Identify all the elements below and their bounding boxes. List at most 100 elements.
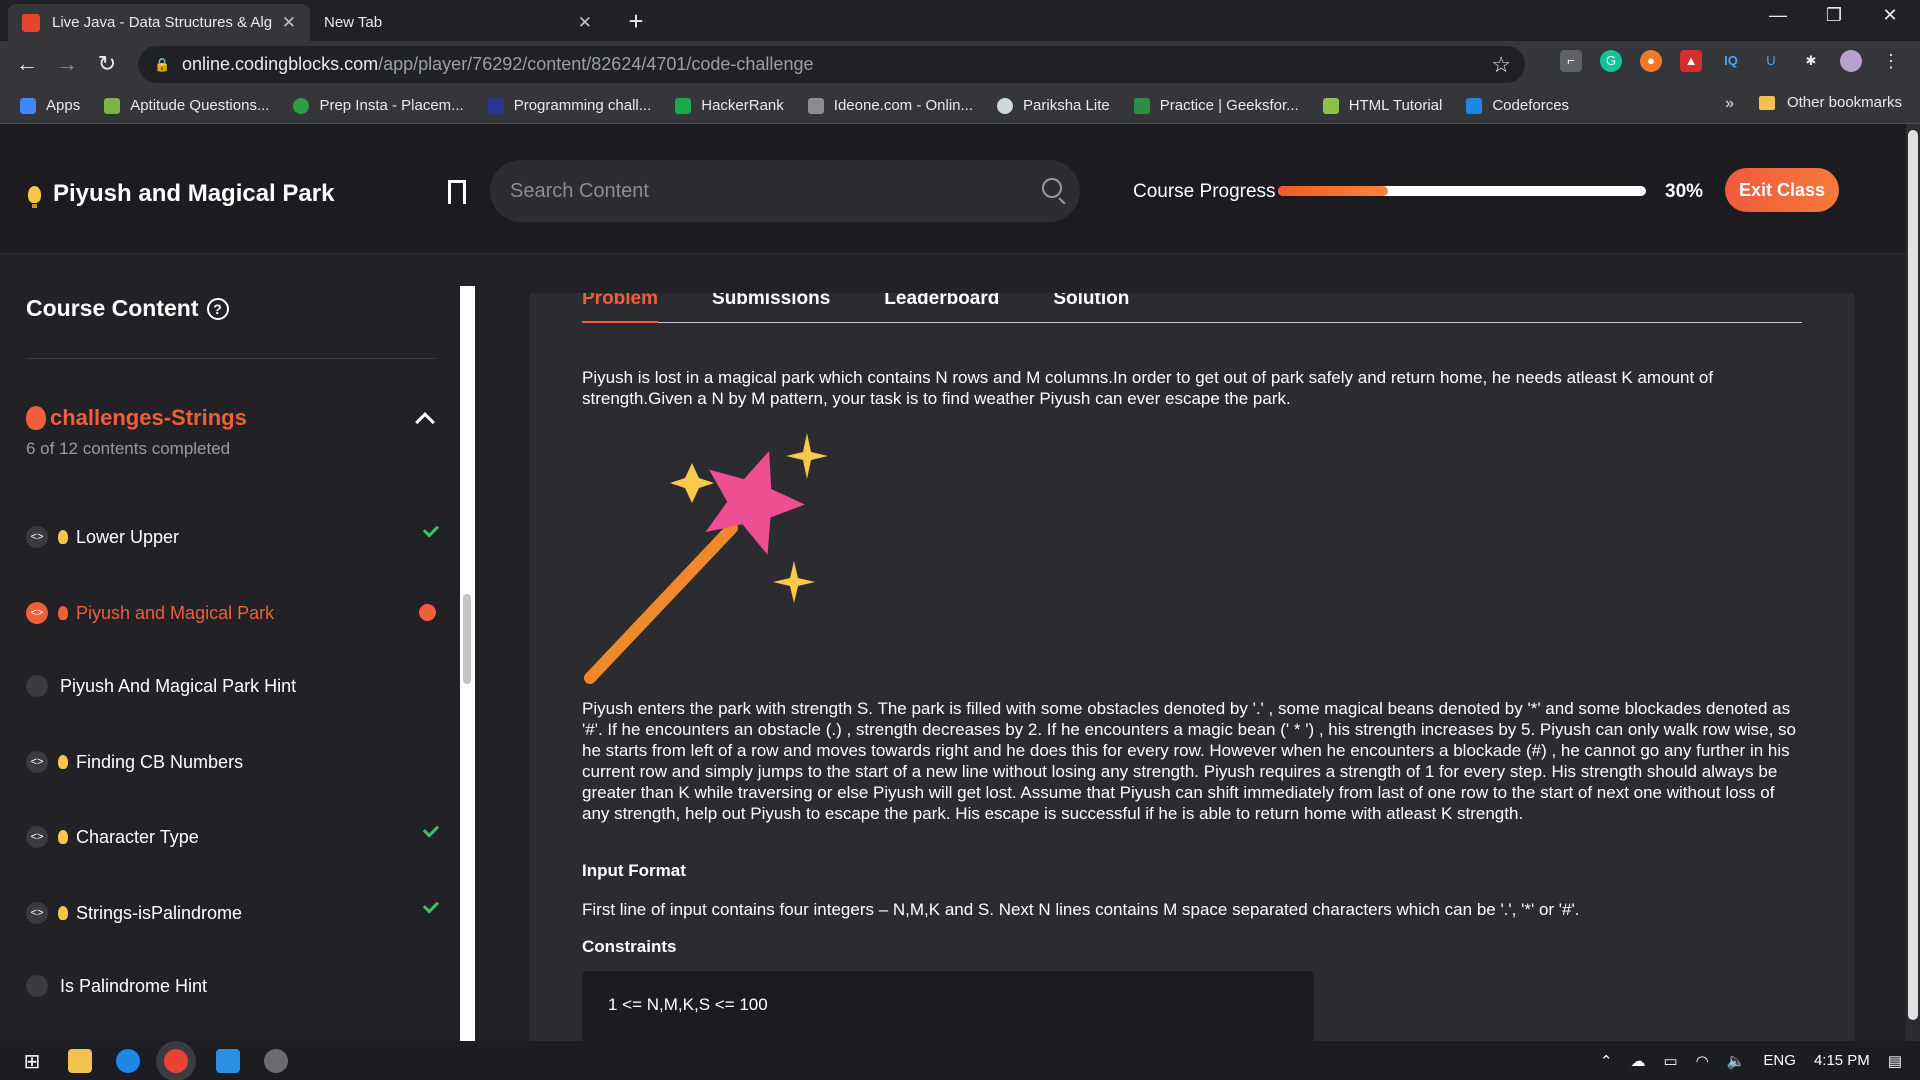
code-icon: <> <box>26 751 48 773</box>
chrome-menu-icon[interactable]: ⋮ <box>1880 50 1902 72</box>
restore-icon[interactable]: ❐ <box>1814 5 1854 26</box>
search-input[interactable] <box>510 179 1010 203</box>
codeforces-icon <box>1466 97 1483 114</box>
page-title: Piyush and Magical Park <box>28 180 334 208</box>
sidebar-item-strings-ispalindrome[interactable]: <> Strings-isPalindrome <box>26 893 440 933</box>
code-icon: <> <box>26 902 48 924</box>
sidebar-item-character-type[interactable]: <> Character Type <box>26 817 440 857</box>
browser-toolbar: ← → ↻ 🔒 online.codingblocks.com/app/play… <box>0 41 1920 88</box>
progress-fill <box>1278 186 1389 196</box>
tab-solution[interactable]: Solution <box>1053 293 1129 323</box>
folder-icon <box>1758 95 1775 110</box>
problem-intro: Piyush is lost in a magical park which c… <box>582 368 1714 408</box>
bookmarks-overflow[interactable]: » <box>1725 95 1734 113</box>
search-bar <box>490 160 1080 222</box>
volume-icon[interactable]: 🔈 <box>1727 1052 1746 1070</box>
ideone-icon <box>807 97 824 114</box>
progress-percent: 30% <box>1665 181 1704 202</box>
lightbulb-icon <box>28 185 41 208</box>
address-bar[interactable]: 🔒 online.codingblocks.com/app/player/762… <box>138 46 1525 83</box>
reload-icon[interactable]: ↻ <box>93 50 121 78</box>
bookmark-pariksha[interactable]: Pariksha Lite <box>997 97 1110 114</box>
progress-label: Course Progress <box>1133 181 1276 202</box>
close-window-icon[interactable]: ✕ <box>1870 5 1910 26</box>
check-icon <box>422 897 440 914</box>
app-icon[interactable] <box>264 1048 288 1073</box>
tab-submissions[interactable]: Submissions <box>712 293 830 323</box>
bookmark-ideone[interactable]: Ideone.com - Onlin... <box>807 97 973 114</box>
owl-icon <box>997 97 1014 114</box>
site-icon <box>487 97 504 114</box>
bookmark-aptitude[interactable]: Aptitude Questions... <box>104 97 269 114</box>
apps-grid-icon <box>20 97 36 114</box>
tab-problem[interactable]: Problem <box>582 293 659 323</box>
page-scrollbar-thumb[interactable] <box>1908 130 1918 1020</box>
gfg-icon <box>1133 97 1150 114</box>
cloud-icon[interactable]: ☁ <box>1630 1052 1645 1070</box>
profile-avatar[interactable] <box>1840 50 1862 72</box>
notifications-icon[interactable]: ▤ <box>1888 1052 1902 1070</box>
bookmark-codeforces[interactable]: Codeforces <box>1466 97 1569 114</box>
bookmark-hackerrank[interactable]: HackerRank <box>675 97 784 114</box>
input-format-text: First line of input contains four intege… <box>582 900 1580 919</box>
section-progress: 6 of 12 contents completed <box>26 439 231 458</box>
exit-class-button[interactable]: Exit Class <box>1725 168 1839 212</box>
chrome-icon[interactable] <box>164 1048 188 1073</box>
bookmark-html-tutorial[interactable]: HTML Tutorial <box>1322 97 1442 114</box>
extension-iq-icon[interactable]: IQ <box>1720 50 1742 72</box>
extensions-puzzle-icon[interactable]: ✱ <box>1800 50 1822 72</box>
grammarly-icon[interactable]: G <box>1600 50 1622 72</box>
section-title[interactable]: challenges-Strings <box>26 405 247 431</box>
edge-icon[interactable] <box>116 1048 140 1073</box>
bookmark-apps[interactable]: Apps <box>20 97 80 114</box>
bookmark-icon[interactable] <box>448 180 466 204</box>
sidebar-item-palindrome-hint[interactable]: Is Palindrome Hint <box>26 966 438 1006</box>
extension-glasses-icon[interactable]: ⌐ <box>1560 50 1582 72</box>
browser-tab-newtab[interactable]: New Tab ✕ <box>310 4 606 41</box>
help-icon[interactable]: ? <box>206 297 229 320</box>
windows-taskbar: ⊞ ⌃ ☁ ▭ ◠ 🔈 ENG 4:15 PM ▤ <box>0 1041 1920 1080</box>
battery-icon[interactable]: ▭ <box>1663 1052 1677 1070</box>
new-tab-plus-icon[interactable]: + <box>622 6 650 37</box>
app-root: Piyush and Magical Park Course Progress … <box>0 124 1920 1056</box>
search-icon[interactable] <box>1042 178 1062 198</box>
sidebar-item-magical-park-hint[interactable]: Piyush And Magical Park Hint <box>26 666 438 706</box>
bookmark-programming[interactable]: Programming chall... <box>487 97 651 114</box>
clock[interactable]: 4:15 PM <box>1814 1052 1870 1069</box>
wifi-icon[interactable]: ◠ <box>1696 1052 1709 1070</box>
code-icon: <> <box>26 526 48 548</box>
vscode-icon[interactable] <box>216 1048 240 1073</box>
sidebar-item-lower-upper[interactable]: <> Lower Upper <box>26 517 440 557</box>
file-explorer-icon[interactable] <box>68 1048 92 1073</box>
chevron-up-icon[interactable] <box>415 412 435 432</box>
other-bookmarks[interactable]: Other bookmarks <box>1758 94 1902 111</box>
sidebar-scrollbar-thumb[interactable] <box>463 594 471 684</box>
lightbulb-icon <box>58 830 68 844</box>
check-icon <box>422 521 440 538</box>
hackerrank-icon <box>675 97 692 114</box>
bookmark-star-icon[interactable]: ☆ <box>1491 52 1511 78</box>
windows-start-icon[interactable]: ⊞ <box>20 1049 44 1073</box>
sidebar-item-piyush-magical-park[interactable]: <> Piyush and Magical Park <box>26 593 438 633</box>
tab-title: Live Java - Data Structures & Alg <box>52 14 273 31</box>
app-header: Piyush and Magical Park Course Progress … <box>0 124 1920 254</box>
sidebar-item-finding-cb-numbers[interactable]: <> Finding CB Numbers <box>26 742 438 782</box>
browser-tab-active[interactable]: Live Java - Data Structures & Alg ✕ <box>8 4 310 41</box>
chevron-up-icon[interactable]: ⌃ <box>1600 1052 1613 1070</box>
close-tab-icon[interactable]: ✕ <box>578 13 592 33</box>
forward-arrow-icon[interactable]: → <box>53 50 81 78</box>
language-indicator[interactable]: ENG <box>1763 1052 1796 1069</box>
browser-tab-strip: Live Java - Data Structures & Alg ✕ New … <box>0 0 1920 41</box>
back-arrow-icon[interactable]: ← <box>13 50 41 78</box>
bookmark-geeksforgeeks[interactable]: Practice | Geeksfor... <box>1133 97 1299 114</box>
tab-leaderboard[interactable]: Leaderboard <box>884 293 999 323</box>
w3schools-icon <box>1322 97 1339 114</box>
progress-bar <box>1278 186 1646 196</box>
extension-red-icon[interactable]: ▲ <box>1680 50 1702 72</box>
extension-cup-icon[interactable]: U <box>1760 50 1782 72</box>
in-progress-dot <box>419 604 436 621</box>
extension-orange-icon[interactable]: ● <box>1640 50 1662 72</box>
close-tab-icon[interactable]: ✕ <box>282 13 296 33</box>
minimize-icon[interactable]: — <box>1758 5 1798 26</box>
bookmark-prepinsta[interactable]: Prep Insta - Placem... <box>293 97 464 114</box>
